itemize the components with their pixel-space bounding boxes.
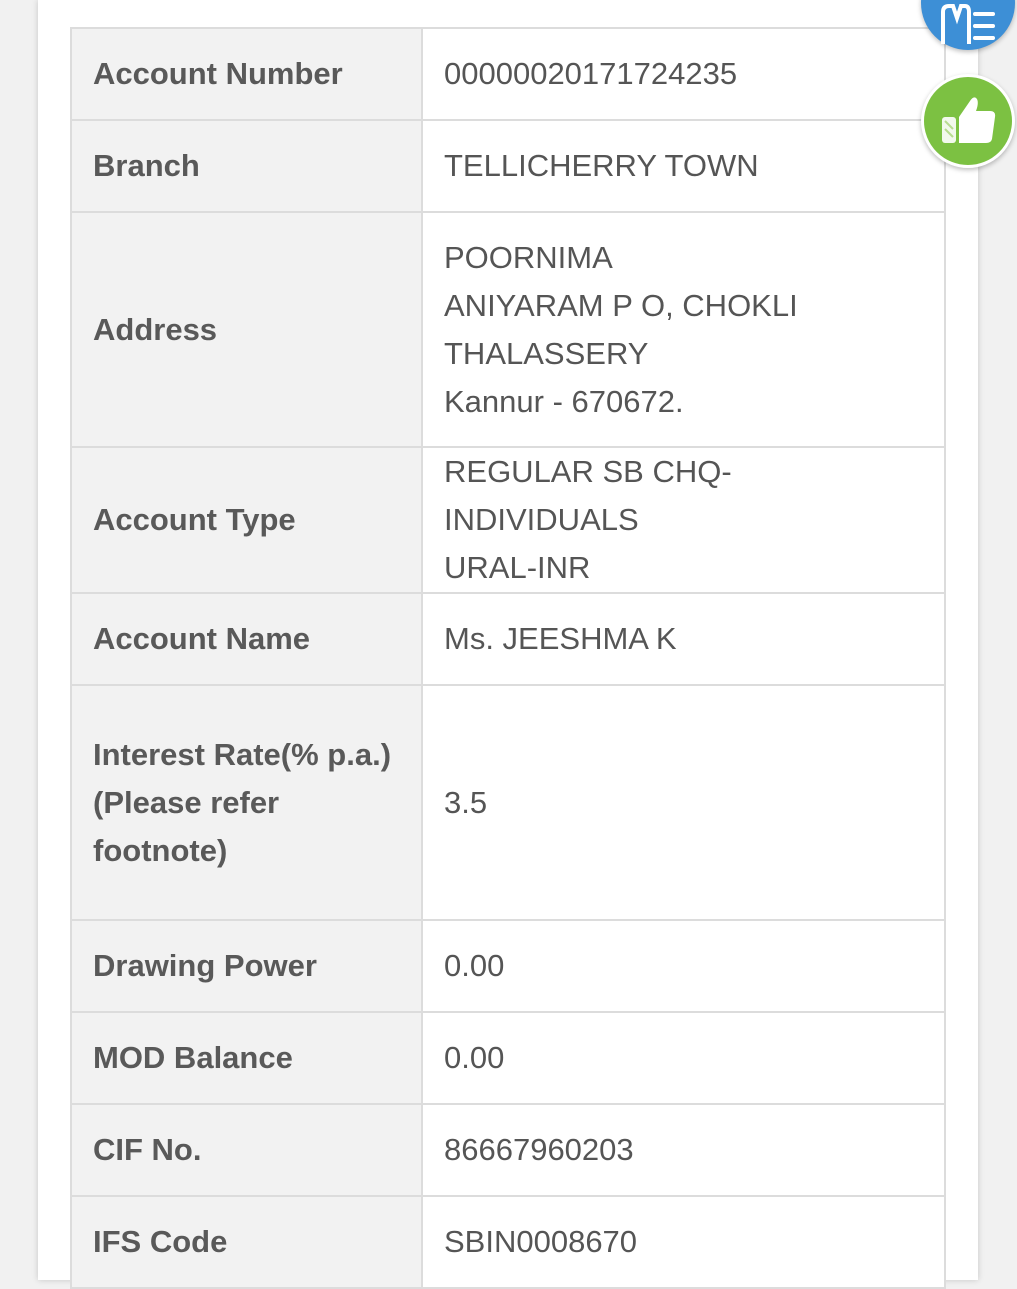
table-row: Account Name Ms. JEESHMA K	[70, 592, 946, 686]
table-row: Interest Rate(% p.a.) (Please refer foot…	[70, 684, 946, 921]
row-label-ifs-code: IFS Code	[70, 1195, 423, 1289]
account-details-table: Account Number 00000020171724235 Branch …	[70, 27, 946, 1289]
row-label-cif-no: CIF No.	[70, 1103, 423, 1197]
row-value-address: POORNIMA ANIYARAM P O, CHOKLI THALASSERY…	[421, 211, 946, 448]
table-row: Account Type REGULAR SB CHQ-INDIVIDUALS …	[70, 446, 946, 594]
row-label-address: Address	[70, 211, 423, 448]
row-label-account-type: Account Type	[70, 446, 423, 594]
row-label-drawing-power: Drawing Power	[70, 919, 423, 1013]
row-label-account-name: Account Name	[70, 592, 423, 686]
row-value-interest-rate: 3.5	[421, 684, 946, 921]
feedback-like-button[interactable]	[921, 74, 1015, 168]
table-row: MOD Balance 0.00	[70, 1011, 946, 1105]
thumbs-up-icon	[942, 97, 996, 143]
row-value-mod-balance: 0.00	[421, 1011, 946, 1105]
table-row: Address POORNIMA ANIYARAM P O, CHOKLI TH…	[70, 211, 946, 448]
row-value-cif-no: 86667960203	[421, 1103, 946, 1197]
row-value-branch: TELLICHERRY TOWN	[421, 119, 946, 213]
row-label-account-number: Account Number	[70, 27, 423, 121]
table-row: CIF No. 86667960203	[70, 1103, 946, 1197]
menu-icon	[941, 4, 995, 44]
table-row: Account Number 00000020171724235	[70, 27, 946, 121]
table-row: IFS Code SBIN0008670	[70, 1195, 946, 1289]
row-value-account-number: 00000020171724235	[421, 27, 946, 121]
row-value-account-type: REGULAR SB CHQ-INDIVIDUALS URAL-INR	[421, 446, 946, 594]
row-label-interest-rate: Interest Rate(% p.a.) (Please refer foot…	[70, 684, 423, 921]
menu-fab-button[interactable]	[921, 0, 1015, 50]
table-row: Branch TELLICHERRY TOWN	[70, 119, 946, 213]
row-value-ifs-code: SBIN0008670	[421, 1195, 946, 1289]
table-row: Drawing Power 0.00	[70, 919, 946, 1013]
row-value-account-name: Ms. JEESHMA K	[421, 592, 946, 686]
row-label-mod-balance: MOD Balance	[70, 1011, 423, 1105]
row-label-branch: Branch	[70, 119, 423, 213]
row-value-drawing-power: 0.00	[421, 919, 946, 1013]
